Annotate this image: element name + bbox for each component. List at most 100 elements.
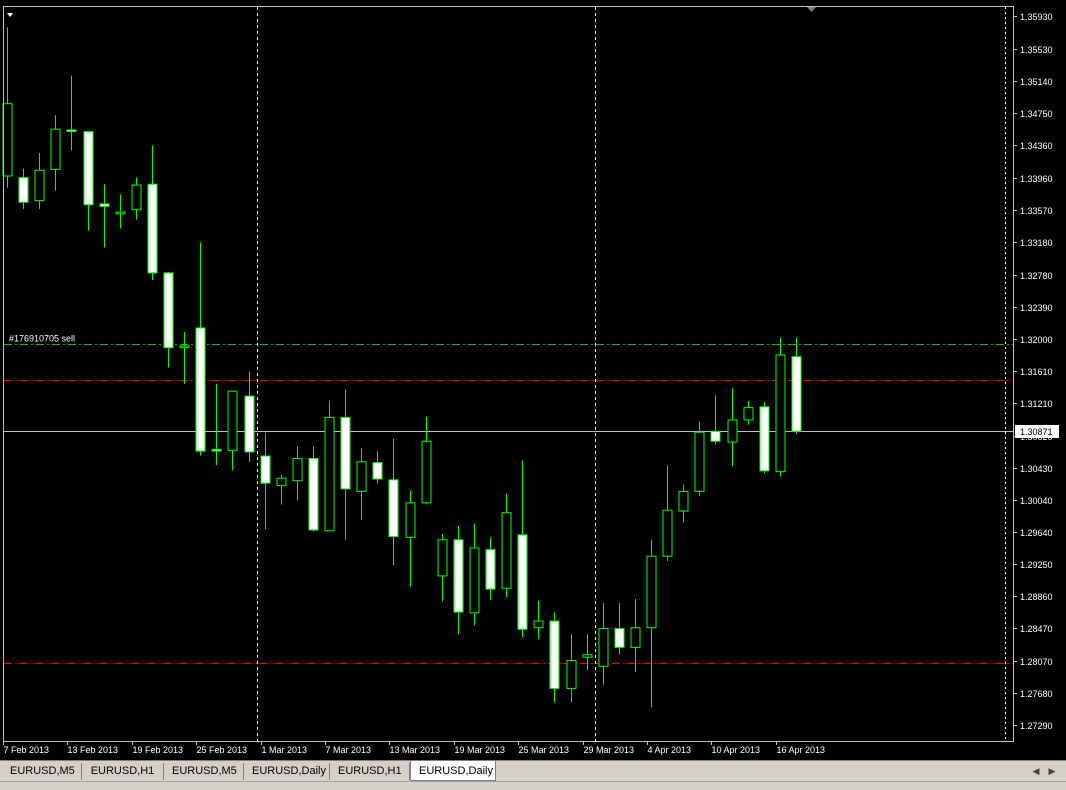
time-tick-label: 16 Apr 2013 bbox=[777, 745, 826, 755]
candle-body bbox=[598, 627, 609, 667]
price-tick-label: 1.30040 bbox=[1020, 496, 1053, 506]
price-tick-label: 1.27680 bbox=[1020, 689, 1053, 699]
candle-body bbox=[356, 461, 367, 492]
candle-body bbox=[759, 406, 770, 472]
candle-body bbox=[453, 539, 464, 613]
price-tick-label: 1.34360 bbox=[1020, 141, 1053, 151]
price-chart[interactable]: #176910705 sell 1.359301.355301.351401.3… bbox=[0, 0, 1066, 760]
time-tick-label: 13 Mar 2013 bbox=[390, 745, 441, 755]
candle-body bbox=[179, 345, 190, 349]
time-tick-label: 19 Feb 2013 bbox=[133, 745, 184, 755]
candle-body bbox=[276, 477, 287, 487]
time-tick-label: 4 Apr 2013 bbox=[648, 745, 692, 755]
candle-body bbox=[582, 654, 593, 658]
candle-body bbox=[614, 627, 625, 648]
candle-body bbox=[710, 430, 721, 442]
time-tick-label: 29 Mar 2013 bbox=[584, 745, 635, 755]
price-tick-label: 1.28860 bbox=[1020, 592, 1053, 602]
price-tick-label: 1.31210 bbox=[1020, 399, 1053, 409]
candle-body bbox=[244, 395, 255, 453]
chart-tab[interactable]: EURUSD,H1 bbox=[82, 763, 164, 780]
time-tick-label: 7 Mar 2013 bbox=[326, 745, 372, 755]
candle-body bbox=[292, 457, 303, 482]
plot-frame bbox=[3, 6, 1014, 742]
price-tick-label: 1.33180 bbox=[1020, 238, 1053, 248]
candle-body bbox=[195, 327, 206, 452]
candle-body bbox=[662, 509, 673, 557]
price-tick-label: 1.29640 bbox=[1020, 528, 1053, 538]
chart-tab[interactable]: EURUSD,H1 bbox=[330, 763, 410, 780]
price-tick-label: 1.32000 bbox=[1020, 335, 1053, 345]
candle-body bbox=[308, 457, 319, 531]
chart-tab[interactable]: EURUSD,Daily bbox=[244, 763, 330, 780]
candle-body bbox=[260, 455, 271, 484]
price-tick-label: 1.32390 bbox=[1020, 303, 1053, 313]
price-tick-label: 1.31610 bbox=[1020, 367, 1053, 377]
price-tick-label: 1.28470 bbox=[1020, 624, 1053, 634]
candle-body bbox=[115, 211, 126, 215]
triangle-down-icon[interactable] bbox=[7, 13, 13, 17]
candle-body bbox=[533, 620, 544, 629]
chart-window[interactable]: #176910705 sell 1.35930 1.35530 1.35140 1.3… bbox=[0, 0, 1066, 760]
candle-body bbox=[775, 354, 786, 473]
order-label: #176910705 sell bbox=[9, 334, 75, 344]
candle-body bbox=[727, 419, 738, 443]
price-tick-label: 1.32780 bbox=[1020, 271, 1053, 281]
candle-body bbox=[211, 448, 222, 452]
candle-body bbox=[227, 390, 238, 451]
candle-body bbox=[791, 356, 802, 432]
candle-body bbox=[630, 627, 641, 648]
price-tick-label: 1.28070 bbox=[1020, 657, 1053, 667]
candle-body bbox=[83, 131, 94, 206]
price-tick-label: 1.29250 bbox=[1020, 560, 1053, 570]
price-tick-label: 1.35140 bbox=[1020, 77, 1053, 87]
candle-body bbox=[437, 539, 448, 577]
chart-tab[interactable]: EURUSD,M5 bbox=[164, 763, 244, 780]
arrow-left-icon[interactable]: ◀ bbox=[1030, 765, 1042, 777]
candle-body bbox=[694, 431, 705, 492]
price-tick-label: 1.30430 bbox=[1020, 464, 1053, 474]
candle-body bbox=[2, 103, 13, 177]
price-tick-label: 1.27290 bbox=[1020, 721, 1053, 731]
time-tick-label: 19 Mar 2013 bbox=[455, 745, 506, 755]
candle-body bbox=[501, 512, 512, 589]
time-axis: 7 Feb 2013 13 Feb 2013 19 Feb 2013 25 Feb 2… bbox=[3, 741, 826, 755]
price-tick-label: 1.33960 bbox=[1020, 174, 1053, 184]
candle-body bbox=[549, 620, 560, 689]
chart-tab[interactable]: EURUSD,Daily bbox=[410, 761, 496, 781]
candle-body bbox=[131, 184, 142, 211]
candle-body bbox=[517, 534, 528, 630]
price-tick-label: 1.34750 bbox=[1020, 109, 1053, 119]
time-tick-label: 10 Apr 2013 bbox=[712, 745, 761, 755]
arrow-right-icon[interactable]: ▶ bbox=[1046, 765, 1058, 777]
candle-body bbox=[147, 183, 158, 274]
candle-body bbox=[469, 547, 480, 614]
candle-body bbox=[743, 407, 754, 421]
candles bbox=[2, 27, 802, 708]
chart-tab[interactable]: EURUSD,M5 bbox=[2, 763, 82, 780]
candle-body bbox=[372, 462, 383, 480]
candle-body bbox=[485, 549, 496, 590]
price-tick-label: 1.33570 bbox=[1020, 206, 1053, 216]
time-tick-label: 25 Feb 2013 bbox=[197, 745, 248, 755]
candle-body bbox=[163, 272, 174, 349]
price-axis: 1.35930 1.35530 1.35140 1.34750 1.34360 1.339… bbox=[1013, 12, 1059, 731]
candle-body bbox=[324, 416, 335, 532]
candle-body bbox=[566, 660, 577, 689]
candle-body bbox=[646, 555, 657, 629]
time-tick-label: 1 Mar 2013 bbox=[262, 745, 308, 755]
time-tick-label: 7 Feb 2013 bbox=[4, 745, 50, 755]
order-lines: #176910705 sell bbox=[4, 334, 1013, 664]
price-tick-label: 1.35930 bbox=[1020, 12, 1053, 22]
price-tick-label: 1.35530 bbox=[1020, 45, 1053, 55]
candle-body bbox=[421, 440, 432, 504]
candle-body bbox=[34, 169, 45, 202]
candle-body bbox=[50, 128, 61, 170]
time-tick-label: 13 Feb 2013 bbox=[68, 745, 119, 755]
candle-body bbox=[99, 203, 110, 207]
candle-body bbox=[678, 490, 689, 512]
candle-body bbox=[66, 129, 77, 133]
chart-overlays bbox=[3, 6, 1014, 742]
candle-body bbox=[388, 479, 399, 538]
candle-body bbox=[18, 177, 29, 203]
